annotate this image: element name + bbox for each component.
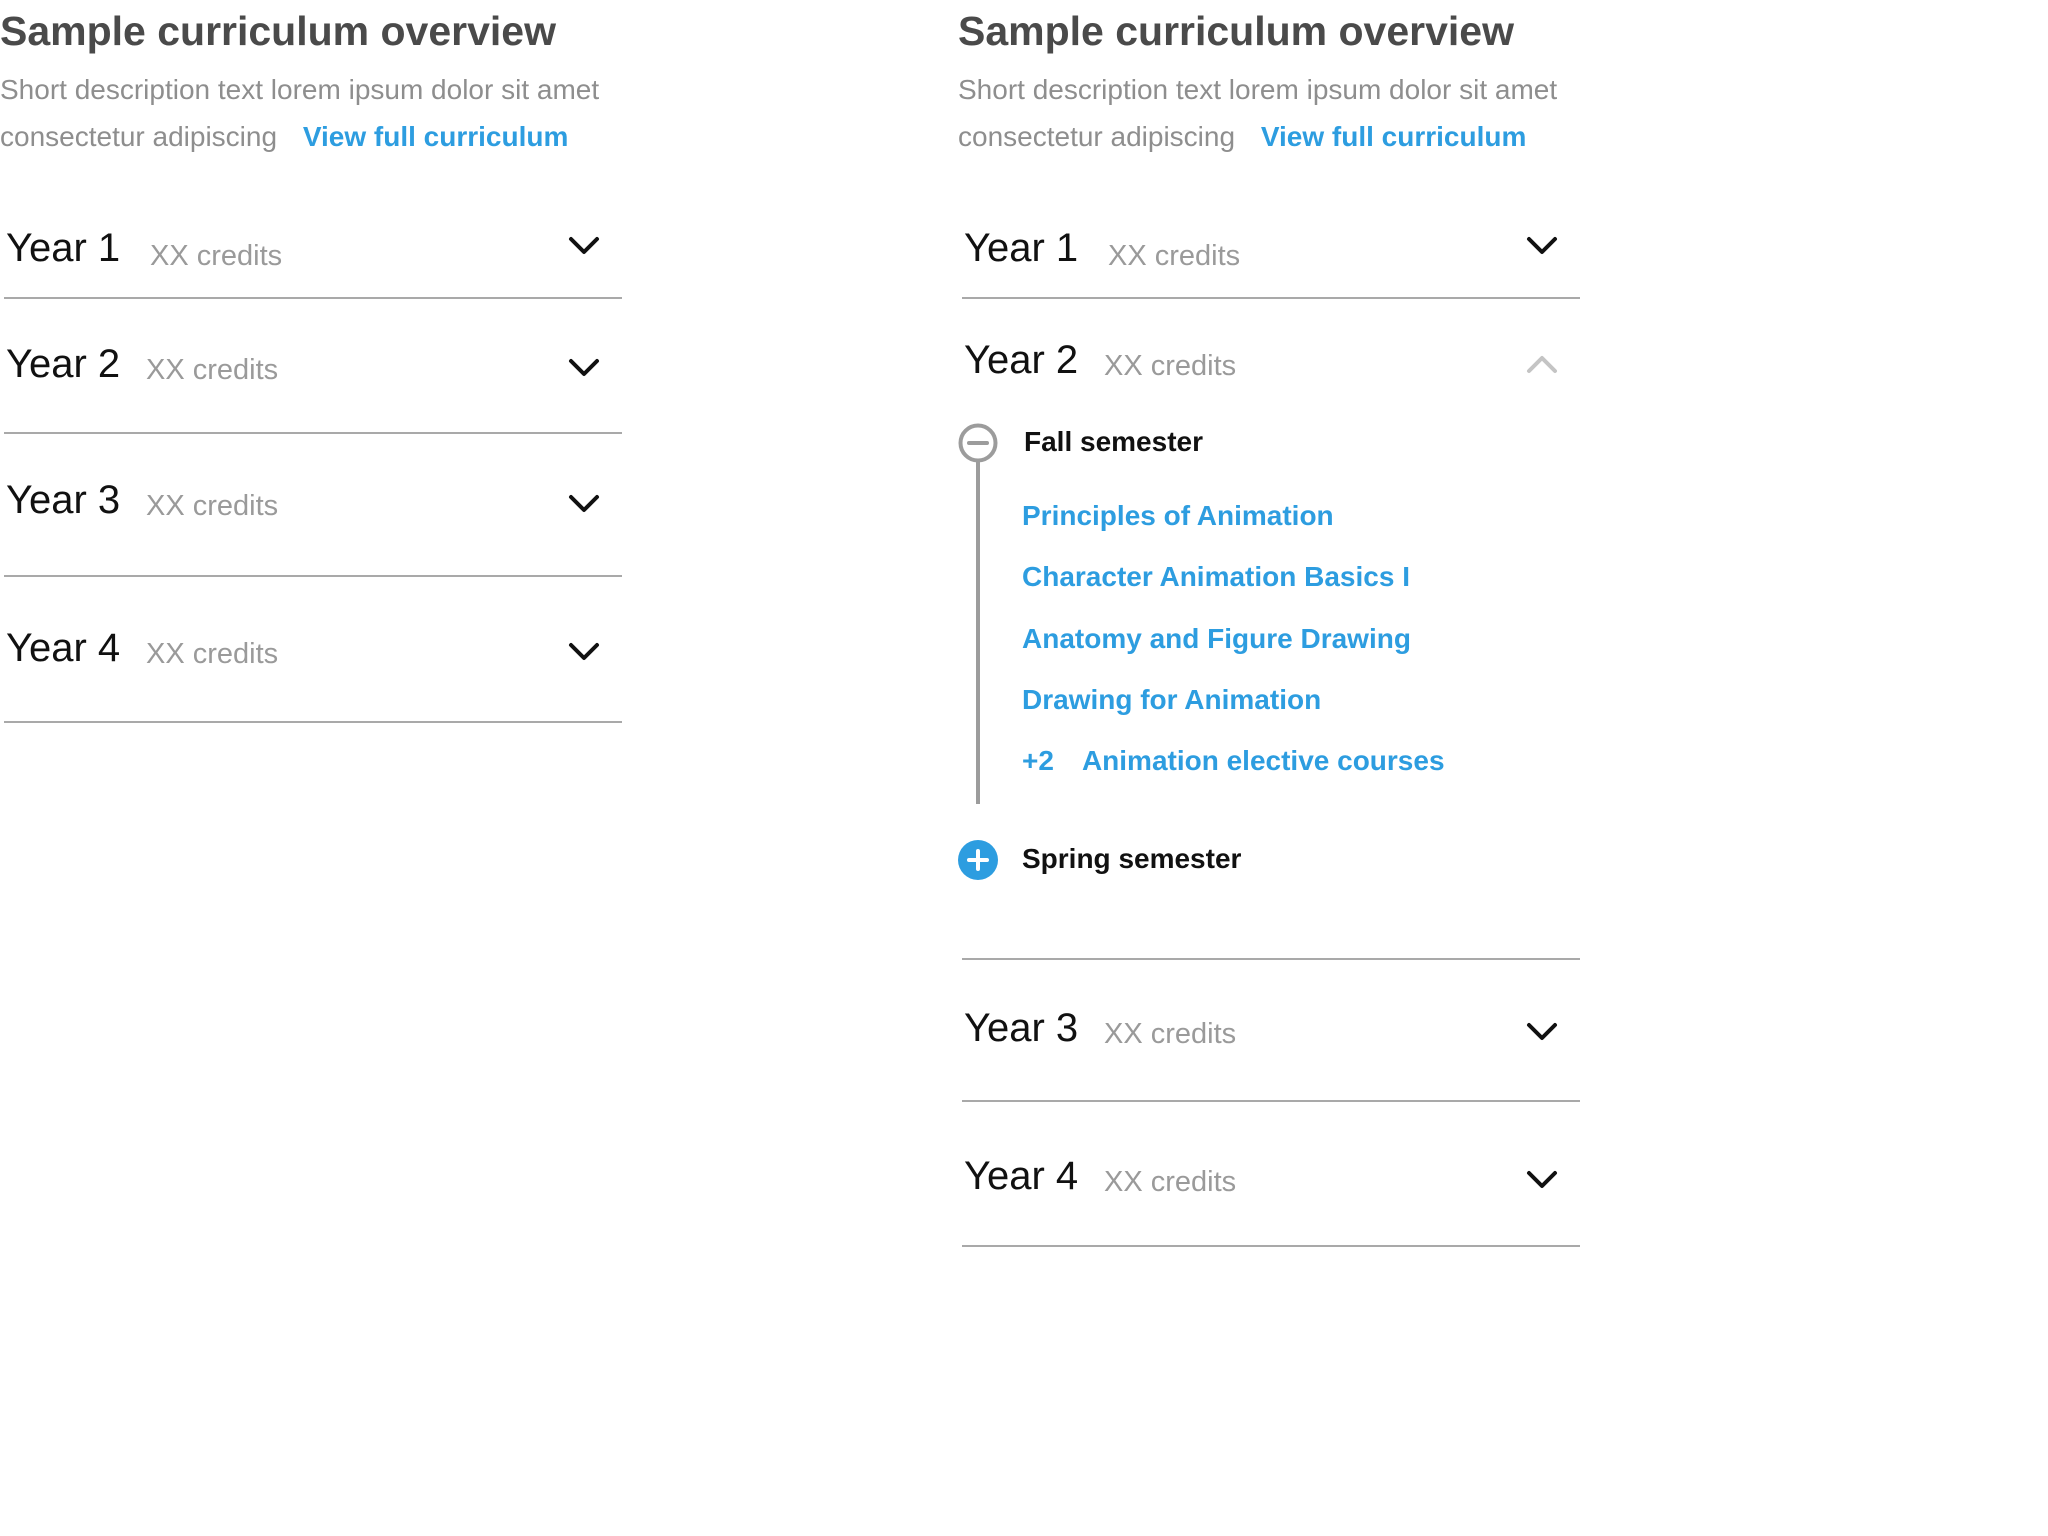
spring-semester-label[interactable]: Spring semester — [1022, 843, 1241, 875]
curriculum-overview-expanded: Sample curriculum overview Short descrip… — [958, 0, 1678, 1536]
course-link[interactable]: Character Animation Basics I — [1022, 561, 1410, 593]
year-3-credits: XX credits — [1104, 1018, 1237, 1050]
page-title: Sample curriculum overview — [958, 8, 1515, 54]
chevron-down-icon[interactable] — [568, 236, 600, 256]
year-2-credits: XX credits — [1104, 350, 1237, 382]
year-2-label: Year 2 — [964, 338, 1079, 382]
year-4-label: Year 4 — [6, 626, 121, 670]
year-1-credits: XX credits — [150, 240, 283, 272]
year-3-label: Year 3 — [6, 478, 121, 522]
elective-count: +2 — [1022, 745, 1054, 776]
divider — [4, 297, 622, 299]
year-2-credits: XX credits — [146, 354, 279, 386]
divider — [4, 575, 622, 577]
year-4-label: Year 4 — [964, 1154, 1079, 1198]
divider — [962, 297, 1580, 299]
divider — [962, 1100, 1580, 1102]
divider — [4, 432, 622, 434]
chevron-down-icon[interactable] — [568, 494, 600, 514]
chevron-down-icon[interactable] — [1526, 236, 1558, 256]
elective-courses-link[interactable]: +2 Animation elective courses — [1022, 745, 1445, 777]
curriculum-overview-collapsed: Sample curriculum overview Short descrip… — [0, 0, 720, 1536]
page-title: Sample curriculum overview — [0, 8, 557, 54]
minus-circle-icon[interactable] — [958, 423, 998, 463]
year-1-label: Year 1 — [6, 226, 121, 270]
year-1-label: Year 1 — [964, 226, 1079, 270]
year-3-credits: XX credits — [146, 490, 279, 522]
elective-label: Animation elective courses — [1081, 745, 1445, 776]
fall-semester-label[interactable]: Fall semester — [1024, 426, 1203, 458]
description: Short description text lorem ipsum dolor… — [958, 66, 1658, 160]
course-link[interactable]: Drawing for Animation — [1022, 684, 1321, 716]
chevron-down-icon[interactable] — [568, 358, 600, 378]
divider — [962, 1245, 1580, 1247]
year-3-label: Year 3 — [964, 1006, 1079, 1050]
course-link[interactable]: Principles of Animation — [1022, 500, 1334, 532]
chevron-down-icon[interactable] — [1526, 1170, 1558, 1190]
course-link[interactable]: Anatomy and Figure Drawing — [1022, 623, 1411, 655]
plus-circle-icon[interactable] — [958, 840, 998, 880]
view-full-curriculum-link[interactable]: View full curriculum — [303, 121, 569, 152]
chevron-down-icon[interactable] — [568, 642, 600, 662]
year-2-label: Year 2 — [6, 342, 121, 386]
semester-timeline — [976, 460, 980, 804]
description: Short description text lorem ipsum dolor… — [0, 66, 700, 160]
divider — [962, 958, 1580, 960]
chevron-down-icon[interactable] — [1526, 1022, 1558, 1042]
year-1-credits: XX credits — [1108, 240, 1241, 272]
view-full-curriculum-link[interactable]: View full curriculum — [1261, 121, 1527, 152]
year-4-credits: XX credits — [1104, 1166, 1237, 1198]
chevron-up-icon[interactable] — [1526, 354, 1558, 374]
divider — [4, 721, 622, 723]
year-4-credits: XX credits — [146, 638, 279, 670]
